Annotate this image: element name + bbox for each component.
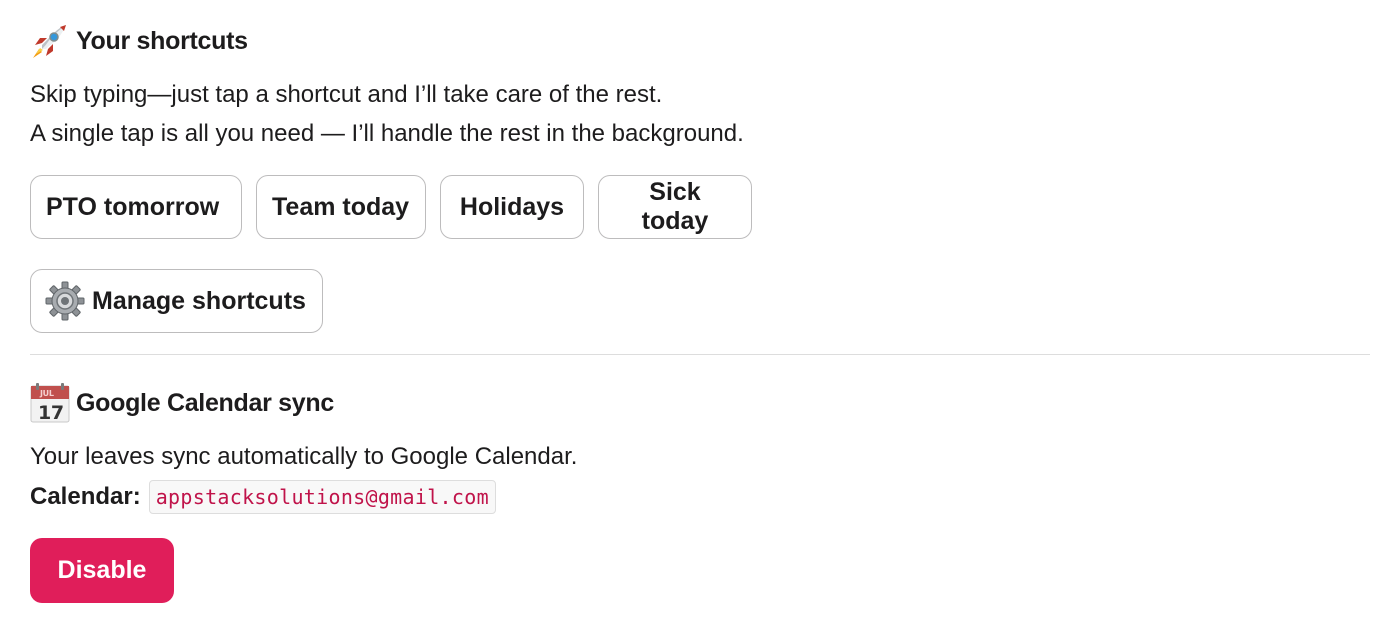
shortcuts-description-line2: A single tap is all you need — I’ll hand… [30,120,744,147]
shortcut-buttons: PTO tomorrow Team today Holidays Sick to… [30,175,752,239]
sick-today-button[interactable]: Sick today [598,175,752,239]
calendar-description: Your leaves sync automatically to Google… [30,443,578,470]
manage-shortcuts-button[interactable]: Manage shortcuts [30,269,323,333]
calendar-label: Calendar: [30,483,141,510]
calendar-header: JUL 17 Google Calendar sync [30,382,334,424]
calendar-icon-month: JUL [39,389,54,398]
shortcuts-header: Your shortcuts [30,20,248,62]
calendar-info: Calendar: appstacksolutions@gmail.com [30,480,496,514]
calendar-icon-day: 17 [38,402,64,423]
rocket-icon [30,21,70,61]
gear-icon [45,281,85,321]
calendar-title: Google Calendar sync [76,388,334,417]
disable-button[interactable]: Disable [30,538,174,603]
holidays-button[interactable]: Holidays [440,175,584,239]
pto-tomorrow-button[interactable]: PTO tomorrow [30,175,242,239]
shortcuts-description-line1: Skip typing—just tap a shortcut and I’ll… [30,81,663,108]
section-divider [30,354,1370,355]
team-today-button[interactable]: Team today [256,175,426,239]
manage-shortcuts-label: Manage shortcuts [92,286,306,315]
shortcuts-title: Your shortcuts [76,26,248,55]
calendar-email: appstacksolutions@gmail.com [148,480,496,514]
calendar-icon: JUL 17 [30,383,70,424]
